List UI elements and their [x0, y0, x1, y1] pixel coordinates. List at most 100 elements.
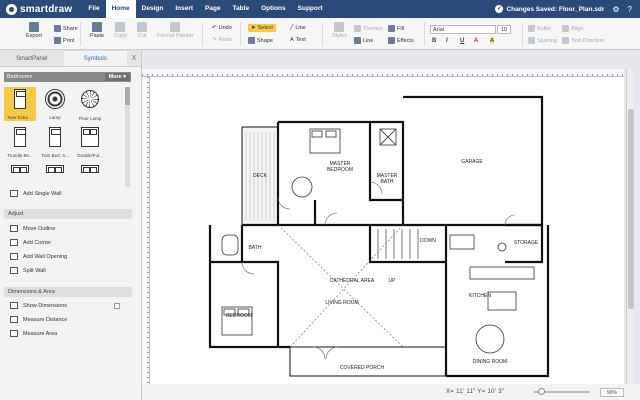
italic-button[interactable]: I	[446, 38, 448, 44]
area-icon	[10, 330, 18, 337]
undo-button[interactable]: ↶ Undo	[212, 25, 232, 31]
menu-file[interactable]: File	[82, 0, 105, 18]
symbol-twin-extra[interactable]: Twin Extra ...	[4, 87, 36, 121]
zoom-slider[interactable]	[534, 388, 590, 395]
move-outline-button[interactable]: Move Outline	[10, 225, 55, 232]
paste-button[interactable]: Paste	[90, 22, 104, 39]
symbol-scrollbar[interactable]	[125, 87, 130, 187]
ribbon-toolbar: Export Share Print Paste Copy Cut Format…	[0, 18, 640, 50]
menu-support[interactable]: Support	[292, 0, 329, 18]
save-status: ✓ Changes Saved: Floor_Plan.sdr	[495, 5, 612, 13]
text-icon: A	[290, 37, 294, 43]
room-label-master-bath: MASTER BATH	[377, 173, 398, 185]
spacing-button[interactable]: Spacing	[528, 37, 557, 44]
menu-design[interactable]: Design	[136, 0, 170, 18]
symbol-partial-row[interactable]	[39, 163, 71, 175]
menu-options[interactable]: Options	[255, 0, 292, 18]
add-corner-button[interactable]: Add Corner	[10, 239, 51, 246]
double-bed-icon	[81, 127, 99, 147]
share-button[interactable]: Share	[54, 25, 78, 32]
close-icon[interactable]: X	[127, 51, 141, 66]
room-label-living: LIVING ROOM	[325, 300, 358, 306]
symbol-library-header: Bedrooms More ▾	[4, 72, 131, 82]
panel-tabs: SmartPanel Symbols X	[0, 51, 141, 67]
dining-table	[475, 324, 505, 354]
laundry	[449, 234, 475, 250]
print-button[interactable]: Print	[54, 37, 74, 44]
tab-smartpanel[interactable]: SmartPanel	[0, 51, 64, 66]
styles-icon	[334, 22, 345, 32]
fill-icon	[388, 25, 395, 32]
redo-icon: ↷	[212, 37, 217, 43]
themes-button[interactable]: Themes	[354, 25, 383, 32]
porch-walls	[289, 347, 447, 377]
symbol-partial-row[interactable]	[74, 163, 106, 175]
menu-insert[interactable]: Insert	[169, 0, 199, 18]
effects-button[interactable]: Effects	[388, 37, 414, 44]
add-single-wall-button[interactable]: Add Single Wall	[10, 190, 62, 197]
help-icon[interactable]: ?	[628, 5, 632, 14]
redo-button[interactable]: ↷ Redo	[212, 37, 232, 43]
shape-tool-button[interactable]: Shape	[248, 37, 273, 44]
split-wall-button[interactable]: Split Wall	[10, 267, 46, 274]
symbol-double-bed[interactable]: Double/Ful...	[74, 125, 106, 159]
show-dimensions-toggle[interactable]: Show Dimensions	[10, 302, 67, 309]
export-button[interactable]: Export	[26, 22, 42, 39]
canvas-vertical-scrollbar[interactable]	[626, 69, 634, 384]
twin-bed-icon	[49, 127, 61, 147]
measure-distance-button[interactable]: Measure Distance	[10, 316, 67, 323]
floor-plan[interactable]: DECK MASTER BEDROOM MASTER BATH GARAGE BAT…	[150, 77, 624, 384]
check-icon: ✓	[495, 5, 504, 13]
tab-symbols[interactable]: Symbols	[63, 51, 127, 66]
dimensions-icon	[10, 302, 18, 309]
gear-icon[interactable]: ⚙	[612, 5, 619, 14]
bullet-list-icon	[528, 25, 535, 32]
bed-icon	[11, 165, 29, 173]
measure-area-button[interactable]: Measure Area	[10, 330, 57, 337]
copy-button[interactable]: Copy	[114, 22, 127, 39]
fill-button[interactable]: Fill	[388, 25, 404, 32]
menu-page[interactable]: Page	[199, 0, 227, 18]
add-wall-opening-button[interactable]: Add Wall Opening	[10, 253, 67, 260]
more-button[interactable]: More ▾	[104, 73, 130, 81]
font-color-button[interactable]: A	[474, 38, 478, 44]
bed-icon	[46, 165, 64, 173]
logo-text: smartdraw	[20, 3, 73, 15]
symbol-twin-bed[interactable]: Twin Bed, S...	[39, 125, 71, 159]
top-ruler	[142, 69, 624, 77]
styles-button[interactable]: Styles	[332, 22, 347, 39]
symbol-floor-lamp[interactable]: Floor Lamp	[74, 87, 106, 121]
lamp-icon	[45, 89, 65, 109]
bed-icon	[14, 89, 26, 109]
select-button[interactable]: ➤ Select	[248, 24, 276, 32]
effects-icon	[388, 37, 395, 44]
line-style-button[interactable]: Line	[354, 37, 373, 44]
font-family-select[interactable]: Arial	[430, 25, 496, 34]
line-tool-button[interactable]: ╱ Line	[290, 25, 306, 31]
zoom-level[interactable]: 90%	[600, 388, 624, 397]
highlight-button[interactable]: A	[490, 38, 495, 44]
cursor-coordinates: X= 11' 11" Y= 10' 3"	[446, 389, 505, 395]
bullet-button[interactable]: Bullet	[528, 25, 551, 32]
symbol-lamp[interactable]: Lamp	[39, 87, 71, 121]
symbol-trundle-bed[interactable]: Trundle Be...	[4, 125, 36, 159]
menu-home[interactable]: Home	[105, 0, 136, 18]
show-dimensions-checkbox[interactable]	[114, 303, 120, 309]
symbol-partial-row[interactable]	[4, 163, 36, 175]
format-painter-button[interactable]: Format Painter	[157, 22, 193, 39]
zoom-slider-knob[interactable]	[538, 388, 545, 395]
cut-button[interactable]: Cut	[137, 22, 147, 39]
menu-table[interactable]: Table	[227, 0, 256, 18]
text-direction-button[interactable]: Text Direction	[562, 37, 604, 44]
underline-button[interactable]: U	[460, 38, 464, 44]
move-outline-icon	[10, 225, 18, 232]
text-tool-button[interactable]: A Text	[290, 37, 306, 43]
line-style-icon	[354, 37, 361, 44]
drawing-area[interactable]: DECK MASTER BEDROOM MASTER BATH GARAGE BAT…	[142, 51, 640, 400]
drawing-sheet[interactable]: DECK MASTER BEDROOM MASTER BATH GARAGE BAT…	[150, 77, 624, 384]
align-button[interactable]: Align	[562, 25, 583, 32]
text-direction-icon	[562, 37, 569, 44]
font-size-select[interactable]: 10	[497, 25, 511, 34]
bold-button[interactable]: B	[432, 38, 436, 44]
library-name: Bedrooms	[7, 74, 33, 80]
